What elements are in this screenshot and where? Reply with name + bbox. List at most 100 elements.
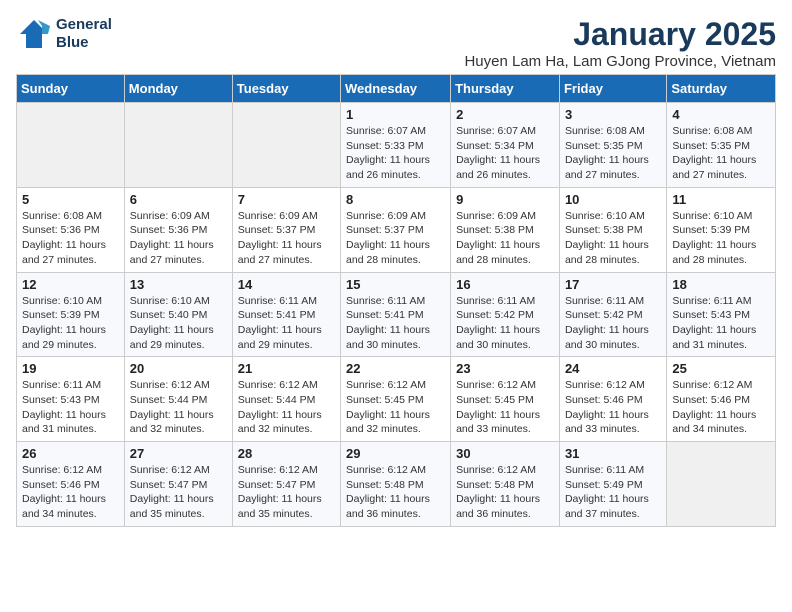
day-cell: 24Sunrise: 6:12 AMSunset: 5:46 PMDayligh… <box>559 357 666 442</box>
day-detail: Sunrise: 6:12 AMSunset: 5:46 PMDaylight:… <box>672 378 770 437</box>
day-number: 30 <box>456 446 554 461</box>
day-number: 27 <box>130 446 227 461</box>
day-detail: Sunrise: 6:12 AMSunset: 5:44 PMDaylight:… <box>238 378 335 437</box>
day-number: 21 <box>238 361 335 376</box>
day-number: 9 <box>456 192 554 207</box>
day-number: 2 <box>456 107 554 122</box>
day-number: 31 <box>565 446 661 461</box>
day-detail: Sunrise: 6:11 AMSunset: 5:43 PMDaylight:… <box>22 378 119 437</box>
day-number: 6 <box>130 192 227 207</box>
weekday-header-saturday: Saturday <box>667 75 776 103</box>
day-detail: Sunrise: 6:11 AMSunset: 5:41 PMDaylight:… <box>238 294 335 353</box>
day-cell: 5 Sunrise: 6:08 AMSunset: 5:36 PMDaylight… <box>17 187 125 272</box>
day-cell: 14 Sunrise: 6:11 AMSunset: 5:41 PMDayligh… <box>232 272 340 357</box>
calendar-body: 1 Sunrise: 6:07 AMSunset: 5:33 PMDaylight… <box>17 103 776 527</box>
week-row-2: 5 Sunrise: 6:08 AMSunset: 5:36 PMDaylight… <box>17 187 776 272</box>
page-header: General Blue January 2025 Huyen Lam Ha, … <box>16 16 776 70</box>
day-detail: Sunrise: 6:11 AMSunset: 5:43 PMDaylight:… <box>672 294 770 353</box>
day-number: 15 <box>346 277 445 292</box>
day-cell: 20Sunrise: 6:12 AMSunset: 5:44 PMDayligh… <box>124 357 232 442</box>
day-cell: 21 Sunrise: 6:12 AMSunset: 5:44 PMDayligh… <box>232 357 340 442</box>
day-number: 1 <box>346 107 445 122</box>
day-detail: Sunrise: 6:12 AMSunset: 5:48 PMDaylight:… <box>456 463 554 522</box>
day-cell: 25Sunrise: 6:12 AMSunset: 5:46 PMDayligh… <box>667 357 776 442</box>
day-number: 5 <box>22 192 119 207</box>
day-number: 11 <box>672 192 770 207</box>
day-detail: Sunrise: 6:11 AMSunset: 5:41 PMDaylight:… <box>346 294 445 353</box>
day-detail: Sunrise: 6:07 AMSunset: 5:33 PMDaylight:… <box>346 124 445 183</box>
logo-icon <box>16 16 52 52</box>
day-number: 4 <box>672 107 770 122</box>
day-cell: 19 Sunrise: 6:11 AMSunset: 5:43 PMDayligh… <box>17 357 125 442</box>
day-number: 20 <box>130 361 227 376</box>
day-number: 24 <box>565 361 661 376</box>
day-cell <box>17 103 125 188</box>
calendar-title: January 2025 <box>464 16 776 53</box>
day-detail: Sunrise: 6:11 AMSunset: 5:49 PMDaylight:… <box>565 463 661 522</box>
day-number: 14 <box>238 277 335 292</box>
day-detail: Sunrise: 6:12 AMSunset: 5:45 PMDaylight:… <box>456 378 554 437</box>
day-cell: 29Sunrise: 6:12 AMSunset: 5:48 PMDayligh… <box>341 442 451 527</box>
day-cell: 31 Sunrise: 6:11 AMSunset: 5:49 PMDayligh… <box>559 442 666 527</box>
day-cell: 27 Sunrise: 6:12 AMSunset: 5:47 PMDayligh… <box>124 442 232 527</box>
day-detail: Sunrise: 6:07 AMSunset: 5:34 PMDaylight:… <box>456 124 554 183</box>
day-cell: 2 Sunrise: 6:07 AMSunset: 5:34 PMDaylight… <box>451 103 560 188</box>
day-detail: Sunrise: 6:12 AMSunset: 5:47 PMDaylight:… <box>238 463 335 522</box>
day-cell <box>232 103 340 188</box>
day-number: 26 <box>22 446 119 461</box>
day-cell: 17 Sunrise: 6:11 AMSunset: 5:42 PMDayligh… <box>559 272 666 357</box>
day-detail: Sunrise: 6:08 AMSunset: 5:35 PMDaylight:… <box>565 124 661 183</box>
day-cell: 30 Sunrise: 6:12 AMSunset: 5:48 PMDayligh… <box>451 442 560 527</box>
day-cell: 4Sunrise: 6:08 AMSunset: 5:35 PMDaylight… <box>667 103 776 188</box>
calendar-subtitle: Huyen Lam Ha, Lam GJong Province, Vietna… <box>464 53 776 70</box>
title-block: January 2025 Huyen Lam Ha, Lam GJong Pro… <box>464 16 776 70</box>
day-detail: Sunrise: 6:10 AMSunset: 5:39 PMDaylight:… <box>672 209 770 268</box>
week-row-1: 1 Sunrise: 6:07 AMSunset: 5:33 PMDaylight… <box>17 103 776 188</box>
weekday-header-row: SundayMondayTuesdayWednesdayThursdayFrid… <box>17 75 776 103</box>
day-cell: 9 Sunrise: 6:09 AMSunset: 5:38 PMDaylight… <box>451 187 560 272</box>
day-number: 13 <box>130 277 227 292</box>
day-detail: Sunrise: 6:09 AMSunset: 5:38 PMDaylight:… <box>456 209 554 268</box>
day-cell: 10Sunrise: 6:10 AMSunset: 5:38 PMDayligh… <box>559 187 666 272</box>
logo-text: General Blue <box>56 16 112 52</box>
week-row-5: 26 Sunrise: 6:12 AMSunset: 5:46 PMDayligh… <box>17 442 776 527</box>
day-number: 3 <box>565 107 661 122</box>
logo: General Blue <box>16 16 112 52</box>
day-detail: Sunrise: 6:12 AMSunset: 5:48 PMDaylight:… <box>346 463 445 522</box>
day-cell <box>124 103 232 188</box>
day-number: 22 <box>346 361 445 376</box>
day-number: 17 <box>565 277 661 292</box>
day-cell <box>667 442 776 527</box>
day-number: 7 <box>238 192 335 207</box>
calendar-table: SundayMondayTuesdayWednesdayThursdayFrid… <box>16 74 776 527</box>
day-cell: 13Sunrise: 6:10 AMSunset: 5:40 PMDayligh… <box>124 272 232 357</box>
weekday-header-monday: Monday <box>124 75 232 103</box>
weekday-header-sunday: Sunday <box>17 75 125 103</box>
day-detail: Sunrise: 6:12 AMSunset: 5:46 PMDaylight:… <box>22 463 119 522</box>
day-detail: Sunrise: 6:12 AMSunset: 5:45 PMDaylight:… <box>346 378 445 437</box>
day-cell: 11 Sunrise: 6:10 AMSunset: 5:39 PMDayligh… <box>667 187 776 272</box>
day-cell: 6Sunrise: 6:09 AMSunset: 5:36 PMDaylight… <box>124 187 232 272</box>
day-number: 16 <box>456 277 554 292</box>
day-cell: 28 Sunrise: 6:12 AMSunset: 5:47 PMDayligh… <box>232 442 340 527</box>
day-cell: 18Sunrise: 6:11 AMSunset: 5:43 PMDayligh… <box>667 272 776 357</box>
day-detail: Sunrise: 6:11 AMSunset: 5:42 PMDaylight:… <box>565 294 661 353</box>
day-cell: 26 Sunrise: 6:12 AMSunset: 5:46 PMDayligh… <box>17 442 125 527</box>
weekday-header-wednesday: Wednesday <box>341 75 451 103</box>
day-cell: 22 Sunrise: 6:12 AMSunset: 5:45 PMDayligh… <box>341 357 451 442</box>
weekday-header-friday: Friday <box>559 75 666 103</box>
day-cell: 8Sunrise: 6:09 AMSunset: 5:37 PMDaylight… <box>341 187 451 272</box>
weekday-header-thursday: Thursday <box>451 75 560 103</box>
day-cell: 1 Sunrise: 6:07 AMSunset: 5:33 PMDaylight… <box>341 103 451 188</box>
week-row-3: 12Sunrise: 6:10 AMSunset: 5:39 PMDayligh… <box>17 272 776 357</box>
day-detail: Sunrise: 6:12 AMSunset: 5:47 PMDaylight:… <box>130 463 227 522</box>
day-number: 19 <box>22 361 119 376</box>
day-cell: 3 Sunrise: 6:08 AMSunset: 5:35 PMDaylight… <box>559 103 666 188</box>
day-detail: Sunrise: 6:11 AMSunset: 5:42 PMDaylight:… <box>456 294 554 353</box>
day-cell: 23 Sunrise: 6:12 AMSunset: 5:45 PMDayligh… <box>451 357 560 442</box>
day-cell: 16 Sunrise: 6:11 AMSunset: 5:42 PMDayligh… <box>451 272 560 357</box>
day-number: 23 <box>456 361 554 376</box>
day-number: 28 <box>238 446 335 461</box>
day-detail: Sunrise: 6:10 AMSunset: 5:38 PMDaylight:… <box>565 209 661 268</box>
day-detail: Sunrise: 6:08 AMSunset: 5:36 PMDaylight:… <box>22 209 119 268</box>
